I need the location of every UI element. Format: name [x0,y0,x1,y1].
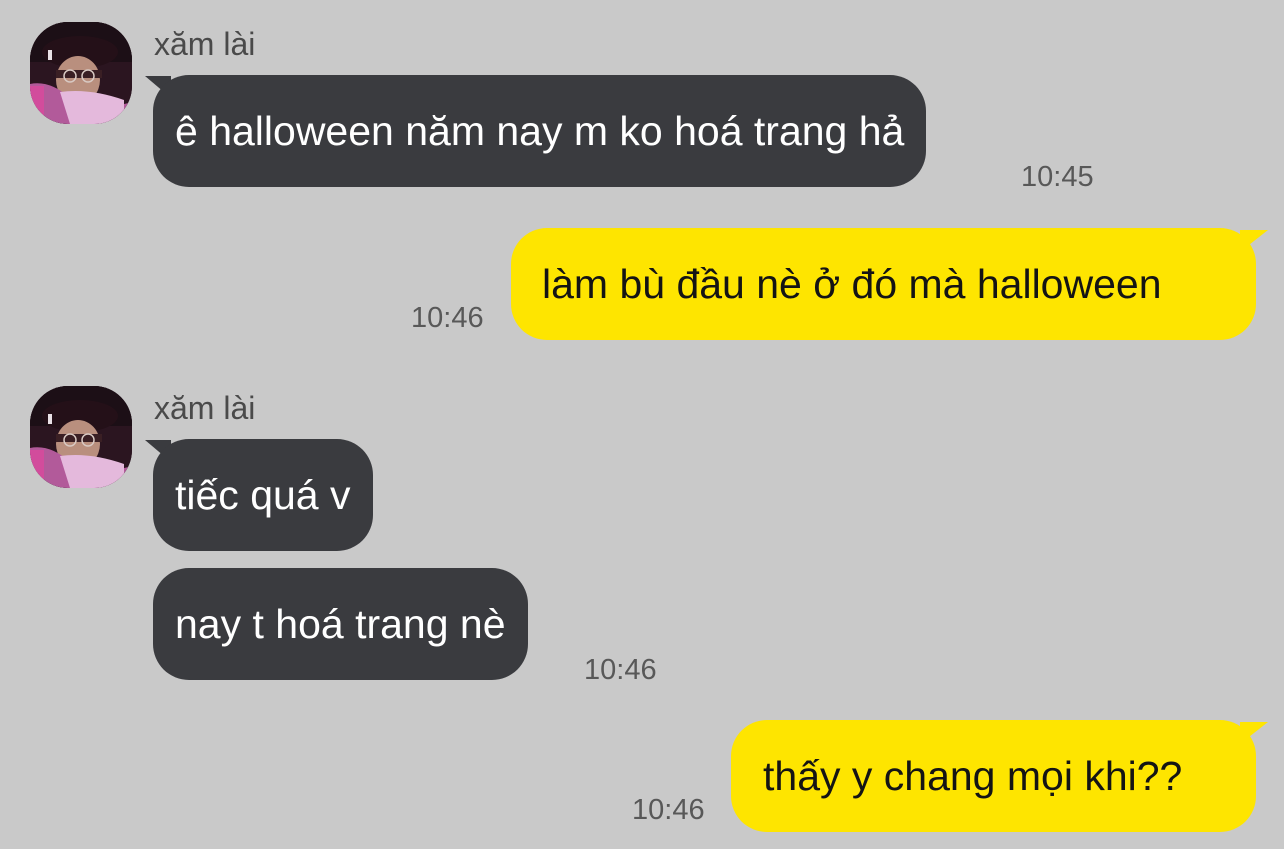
incoming-message-bubble[interactable]: ê halloween năm nay m ko hoá trang hả [153,75,927,187]
avatar-photo-icon [30,386,132,488]
avatar-photo-icon [30,22,132,124]
sender-avatar[interactable] [30,22,132,124]
outgoing-message-bubble[interactable]: thấy y chang mọi khi?? [731,720,1256,832]
message-text: làm bù đầu nè ở đó mà halloween [542,261,1162,307]
outgoing-message-bubble[interactable]: làm bù đầu nè ở đó mà halloween [511,228,1256,340]
message-timestamp: 10:46 [632,794,705,826]
incoming-message-bubble[interactable]: tiếc quá v [153,439,373,551]
sender-name: xăm lài [154,390,256,426]
sender-name: xăm lài [154,26,256,62]
incoming-message-bubble[interactable]: nay t hoá trang nè [153,568,528,680]
bubble-tail [1240,722,1268,744]
message-timestamp: 10:46 [584,654,657,686]
message-timestamp: 10:46 [411,302,484,334]
message-timestamp: 10:45 [1021,161,1094,193]
sender-avatar[interactable] [30,386,132,488]
bubble-tail [1240,230,1268,252]
message-text: thấy y chang mọi khi?? [763,753,1183,799]
